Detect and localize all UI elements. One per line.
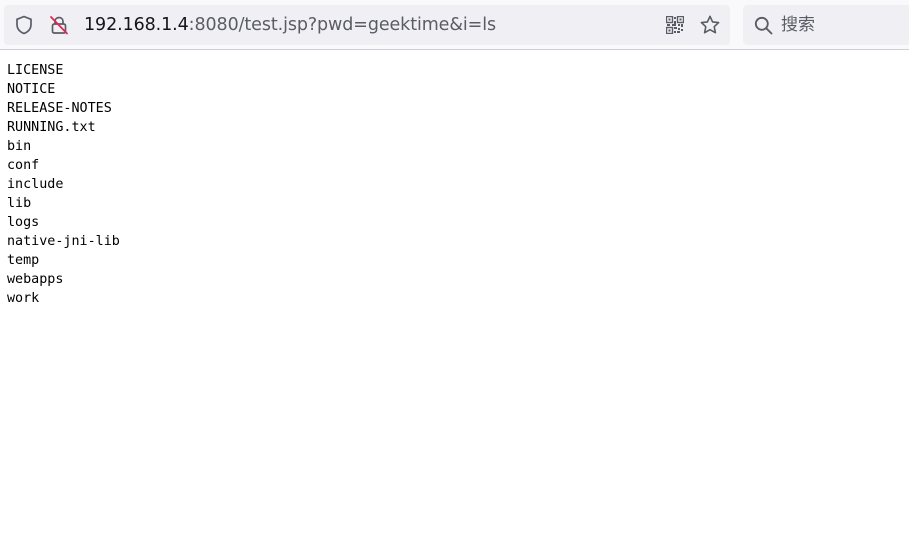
not-secure-lock-icon[interactable] <box>48 14 70 36</box>
output-line: temp <box>7 253 40 268</box>
search-icon <box>754 16 773 35</box>
shield-icon[interactable] <box>14 15 34 35</box>
qr-code-icon[interactable] <box>666 16 684 34</box>
output-line: logs <box>7 215 40 230</box>
output-line: bin <box>7 139 32 154</box>
bookmark-star-icon[interactable] <box>699 14 721 36</box>
output-line: RUNNING.txt <box>7 120 96 135</box>
output-line: RELEASE-NOTES <box>7 101 112 116</box>
search-placeholder: 搜索 <box>781 15 815 35</box>
output-line: include <box>7 177 64 192</box>
url-host: 192.168.1.4 <box>84 15 189 35</box>
url-path: :8080/test.jsp?pwd=geektime&i=ls <box>188 15 497 35</box>
output-line: webapps <box>7 272 64 287</box>
output-line: work <box>7 291 40 306</box>
url-text[interactable]: 192.168.1.4:8080/test.jsp?pwd=geektime&i… <box>84 5 496 45</box>
url-bar[interactable]: 192.168.1.4:8080/test.jsp?pwd=geektime&i… <box>4 5 730 45</box>
output-line: conf <box>7 158 40 173</box>
output-line: NOTICE <box>7 82 56 97</box>
page-content: LICENSE NOTICE RELEASE-NOTES RUNNING.txt bin… <box>7 61 120 308</box>
output-line: native-jni-lib <box>7 234 120 249</box>
search-bar[interactable]: 搜索 <box>743 5 909 45</box>
browser-toolbar: 192.168.1.4:8080/test.jsp?pwd=geektime&i… <box>0 0 909 50</box>
output-line: LICENSE <box>7 63 64 78</box>
output-line: lib <box>7 196 32 211</box>
